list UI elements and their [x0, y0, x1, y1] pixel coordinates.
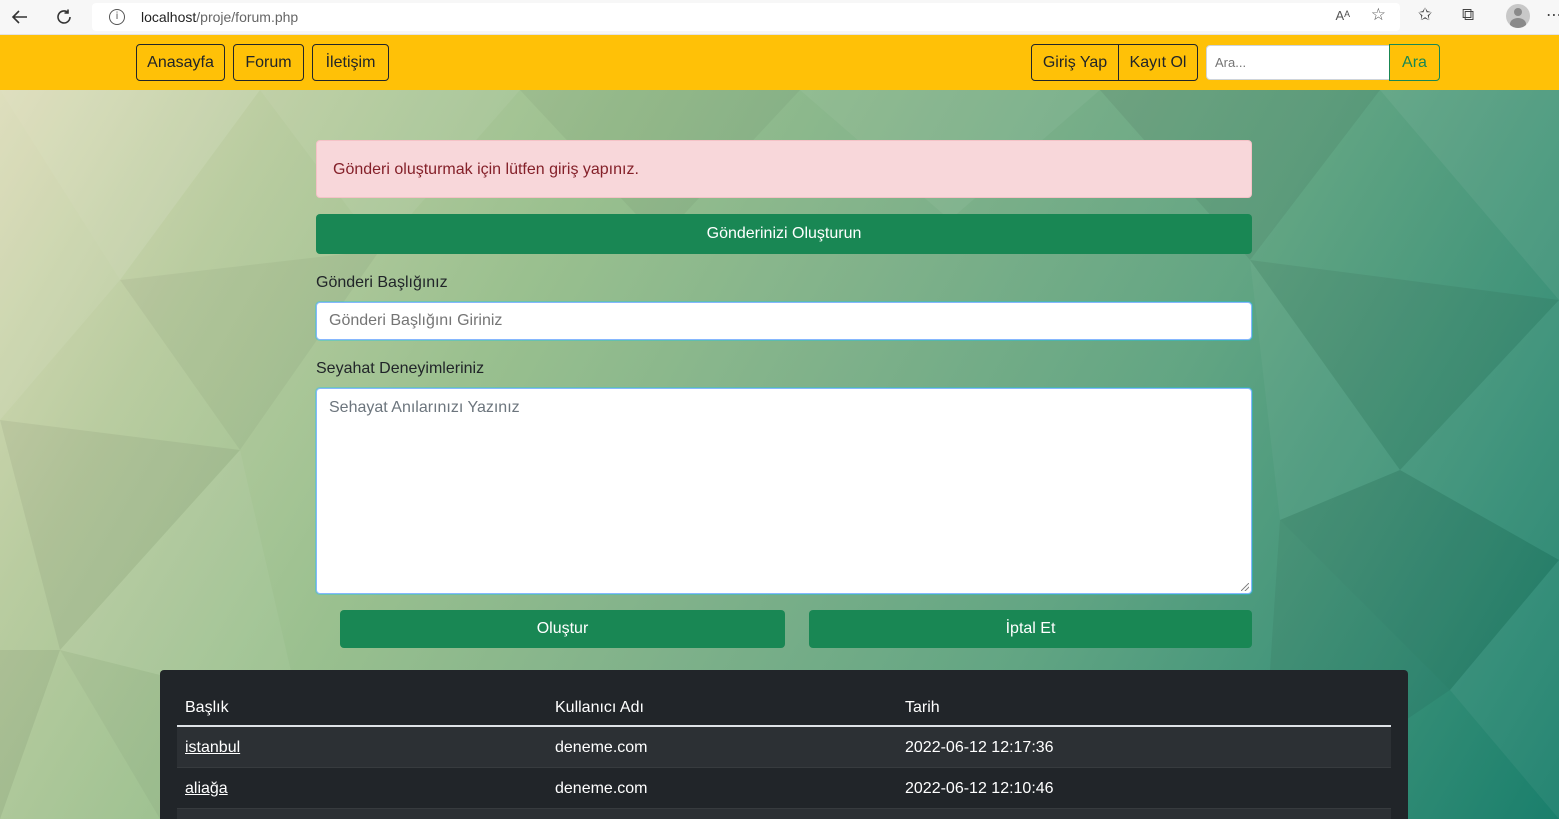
site-navbar: Anasayfa Forum İletişim Giriş Yap Kayıt …	[0, 35, 1559, 90]
row-date: 2022-06-12 12:10:46	[905, 780, 1054, 797]
header-title: Başlık	[185, 699, 229, 716]
post-link[interactable]: istanbul	[185, 739, 240, 756]
row-date: 2022-06-12 12:17:36	[905, 739, 1054, 756]
refresh-icon[interactable]	[50, 4, 78, 30]
resize-grip-icon[interactable]	[1241, 583, 1249, 591]
nav-forum-button[interactable]: Forum	[233, 44, 304, 81]
back-icon[interactable]	[6, 4, 34, 30]
nav-home-button[interactable]: Anasayfa	[136, 44, 225, 81]
read-aloud-icon[interactable]: Aᴬ	[1335, 8, 1350, 23]
register-button[interactable]: Kayıt Ol	[1118, 45, 1197, 80]
profile-avatar[interactable]	[1506, 4, 1530, 28]
url-host: localhost	[141, 9, 197, 25]
auth-button-group: Giriş Yap Kayıt Ol	[1031, 44, 1198, 81]
table-row: istanbul deneme.com 2022-06-12 12:17:36	[177, 727, 1391, 768]
header-username: Kullanıcı Adı	[555, 699, 644, 716]
info-icon[interactable]: i	[109, 9, 125, 25]
table-row	[177, 809, 1391, 819]
collections-icon[interactable]: ⧉	[1462, 5, 1474, 25]
address-bar[interactable]: i localhost/proje/forum.php Aᴬ ☆	[92, 3, 1400, 31]
posts-table-container: Başlık Kullanıcı Adı Tarih istanbul dene…	[160, 670, 1408, 819]
body-textarea[interactable]: Sehayat Anılarınızı Yazınız	[316, 388, 1252, 594]
body-placeholder: Sehayat Anılarınızı Yazınız	[329, 399, 520, 416]
table-row: aliağa deneme.com 2022-06-12 12:10:46	[177, 768, 1391, 809]
more-icon[interactable]: ⋯	[1546, 5, 1559, 25]
login-required-alert: Gönderi oluşturmak için lütfen giriş yap…	[316, 140, 1252, 198]
submit-button[interactable]: Oluştur	[340, 610, 785, 648]
search-input[interactable]	[1206, 45, 1390, 80]
body-label: Seyahat Deneyimleriniz	[316, 360, 485, 377]
title-input[interactable]	[316, 302, 1252, 340]
url-text: localhost/proje/forum.php	[141, 9, 298, 25]
posts-table: Başlık Kullanıcı Adı Tarih istanbul dene…	[177, 687, 1391, 819]
nav-contact-button[interactable]: İletişim	[312, 44, 389, 81]
title-label: Gönderi Başlığınız	[316, 274, 448, 291]
row-username: deneme.com	[555, 780, 648, 797]
search-button[interactable]: Ara	[1389, 44, 1440, 81]
cancel-button[interactable]: İptal Et	[809, 610, 1252, 648]
row-title: aliağa	[185, 780, 228, 798]
form-header: Gönderinizi Oluşturun	[316, 214, 1252, 254]
row-title: istanbul	[185, 739, 240, 757]
row-username: deneme.com	[555, 739, 648, 756]
login-button[interactable]: Giriş Yap	[1032, 45, 1118, 80]
browser-toolbar: i localhost/proje/forum.php Aᴬ ☆ ✩ ⧉ ⋯	[0, 0, 1559, 35]
add-favorite-icon[interactable]: ☆	[1371, 5, 1386, 25]
url-path: /proje/forum.php	[196, 9, 299, 25]
table-header-row: Başlık Kullanıcı Adı Tarih	[177, 687, 1391, 727]
post-link[interactable]: aliağa	[185, 780, 228, 797]
header-date: Tarih	[905, 699, 940, 716]
favorites-icon[interactable]: ✩	[1418, 5, 1432, 25]
